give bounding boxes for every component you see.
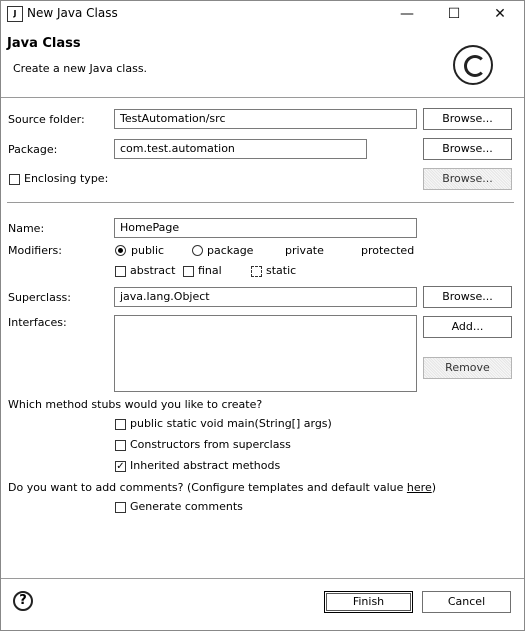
interfaces-list[interactable] [114,315,417,392]
stub-constructors-checkbox[interactable] [115,440,126,451]
finish-button[interactable]: Finish [324,591,413,613]
modifier-public-radio[interactable] [115,245,126,256]
modifier-static-checkbox[interactable] [251,266,262,277]
enclosing-type-label: Enclosing type: [24,172,109,185]
modifier-package-radio[interactable] [192,245,203,256]
section-separator [7,202,514,203]
interfaces-label: Interfaces: [8,316,67,329]
comments-question-text: Do you want to add comments? (Configure … [8,481,407,494]
wizard-header: Java Class Create a new Java class. [1,27,524,93]
modifier-abstract-label: abstract [130,264,176,277]
modifier-final-label: final [198,264,222,277]
interfaces-add-button[interactable]: Add... [423,316,512,338]
package-browse-button[interactable]: Browse... [423,138,512,160]
title-bar: J New Java Class — ☐ ✕ [1,1,524,27]
comments-question: Do you want to add comments? (Configure … [8,481,436,494]
maximize-button[interactable]: ☐ [431,3,477,25]
package-label: Package: [8,143,58,156]
stub-inherited-checkbox[interactable]: ✓ [115,461,126,472]
superclass-label: Superclass: [8,291,71,304]
help-icon[interactable]: ? [13,591,33,611]
enclosing-type-checkbox[interactable] [9,174,20,185]
wizard-banner-icon [453,45,493,85]
modifier-static-label: static [266,264,297,277]
modifier-package-label: package [207,244,254,257]
generate-comments-label: Generate comments [130,500,243,513]
close-button[interactable]: ✕ [477,3,523,25]
name-label: Name: [8,222,45,235]
stub-main-label: public static void main(String[] args) [130,417,332,430]
checkmark-icon: ✓ [116,461,125,472]
modifier-private-label[interactable]: private [285,244,324,257]
stub-constructors-label: Constructors from superclass [130,438,291,451]
enclosing-type-browse-button[interactable]: Browse... [423,168,512,190]
java-app-icon: J [7,6,23,22]
method-stubs-question: Which method stubs would you like to cre… [8,398,263,411]
superclass-field[interactable]: java.lang.Object [114,287,417,307]
modifier-final-checkbox[interactable] [183,266,194,277]
source-folder-label: Source folder: [8,113,85,126]
source-folder-browse-button[interactable]: Browse... [423,108,512,130]
modifier-protected-label[interactable]: protected [361,244,414,257]
interfaces-remove-button[interactable]: Remove [423,357,512,379]
modifiers-label: Modifiers: [8,244,62,257]
cancel-button[interactable]: Cancel [422,591,511,613]
modifier-public-label: public [131,244,165,257]
configure-templates-link[interactable]: here [407,481,432,494]
source-folder-field[interactable]: TestAutomation/src [114,109,417,129]
stub-main-checkbox[interactable] [115,419,126,430]
wizard-subtitle: Create a new Java class. [13,62,148,75]
package-field[interactable]: com.test.automation [114,139,367,159]
generate-comments-checkbox[interactable] [115,502,126,513]
modifier-abstract-checkbox[interactable] [115,266,126,277]
comments-question-end: ) [431,481,437,494]
window-title: New Java Class [27,6,118,20]
minimize-button[interactable]: — [384,3,430,25]
wizard-title: Java Class [7,36,81,51]
superclass-browse-button[interactable]: Browse... [423,286,512,308]
footer-separator [1,578,524,579]
stub-inherited-label: Inherited abstract methods [130,459,281,472]
name-field[interactable]: HomePage [114,218,417,238]
header-separator [1,97,524,98]
